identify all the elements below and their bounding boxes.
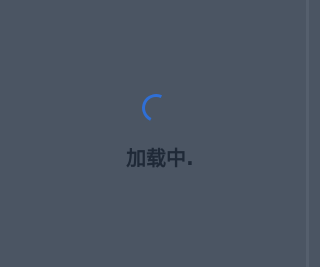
loading-text: 加载中. [126, 146, 194, 170]
loading-screen: 加载中. [0, 0, 309, 267]
loading-spinner-icon [138, 90, 174, 126]
right-edge-strip [306, 0, 309, 267]
